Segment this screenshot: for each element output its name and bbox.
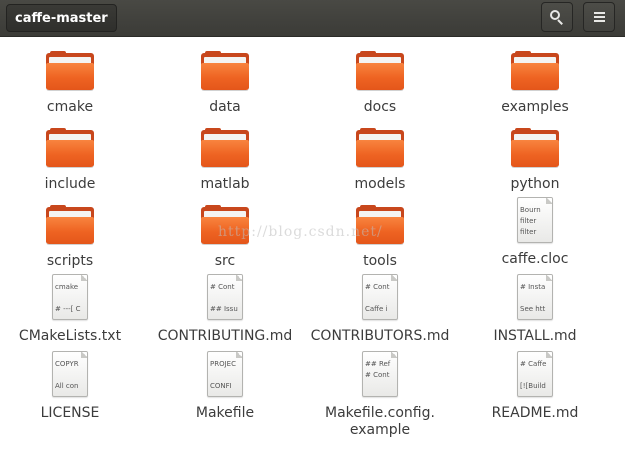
folder-item[interactable]: python: [460, 114, 610, 193]
file-preview-line: ## Ref: [365, 360, 391, 368]
file-preview-line: filter: [520, 228, 537, 236]
search-icon: [550, 10, 564, 25]
folder-icon: [511, 128, 559, 168]
text-file-icon: PROJEC CONFI: [207, 351, 243, 397]
folder-item[interactable]: models: [305, 114, 455, 193]
folder-icon: [511, 51, 559, 91]
text-file-icon: # Insta See htt: [517, 274, 553, 320]
item-label: caffe.cloc: [501, 251, 569, 267]
text-file-icon: cmake # ---[ C: [52, 274, 88, 320]
folder-item[interactable]: examples: [460, 37, 610, 116]
file-preview-line: # Cont: [365, 371, 390, 379]
search-button[interactable]: [541, 2, 573, 32]
item-label: README.md: [491, 405, 579, 421]
folder-icon: [201, 51, 249, 91]
item-label: Makefile.config. example: [325, 405, 435, 438]
text-file-icon: Bourn filter filter: [517, 197, 553, 243]
file-preview-line: See htt: [520, 305, 546, 313]
file-item[interactable]: ## Ref # Cont Makefile.config. example: [305, 345, 455, 439]
folder-icon: [356, 128, 404, 168]
file-preview-line: # Insta: [520, 283, 546, 291]
file-item[interactable]: Bourn filter filter caffe.cloc: [460, 191, 610, 268]
file-item[interactable]: PROJEC CONFI Makefile: [150, 345, 300, 422]
file-preview-line: # Caffe: [520, 360, 547, 368]
file-item[interactable]: # Cont ## Issu CONTRIBUTING.md: [150, 268, 300, 345]
folder-item[interactable]: scripts: [0, 191, 145, 270]
file-preview-line: cmake: [55, 283, 79, 291]
menu-button[interactable]: [583, 2, 615, 32]
item-label: LICENSE: [40, 405, 100, 421]
folder-icon: [201, 128, 249, 168]
folder-icon: [46, 51, 94, 91]
file-preview-line: # Cont: [365, 283, 390, 291]
file-preview-line: ## Issu: [210, 305, 238, 313]
text-file-icon: # Caffe [![Build: [517, 351, 553, 397]
file-item[interactable]: # Insta See htt INSTALL.md: [460, 268, 610, 345]
item-label: INSTALL.md: [493, 328, 577, 344]
text-file-icon: ## Ref # Cont: [362, 351, 398, 397]
folder-icon: [46, 128, 94, 168]
item-label: CONTRIBUTORS.md: [310, 328, 450, 344]
file-preview-line: Caffe i: [365, 305, 388, 313]
folder-icon: [356, 51, 404, 91]
file-item[interactable]: # Cont Caffe i CONTRIBUTORS.md: [305, 268, 455, 345]
path-label: caffe-master: [15, 10, 108, 26]
folder-icon: [46, 205, 94, 245]
item-label: Makefile: [195, 405, 255, 421]
file-preview-line: # ---[ C: [55, 305, 81, 313]
text-file-icon: # Cont ## Issu: [207, 274, 243, 320]
file-preview-line: CONFI: [210, 382, 232, 390]
file-preview-line: COPYR: [55, 360, 79, 368]
folder-item[interactable]: include: [0, 114, 145, 193]
file-preview-line: All con: [55, 382, 79, 390]
file-preview-line: PROJEC: [210, 360, 236, 368]
file-preview-line: [![Build: [520, 382, 546, 390]
path-bar-button[interactable]: caffe-master: [6, 4, 117, 32]
file-item[interactable]: # Caffe [![Build README.md: [460, 345, 610, 422]
header-bar: caffe-master: [0, 0, 625, 37]
folder-item[interactable]: docs: [305, 37, 455, 116]
hamburger-menu-icon: [593, 12, 605, 22]
file-item[interactable]: cmake # ---[ C CMakeLists.txt: [0, 268, 145, 345]
file-preview-line: filter: [520, 217, 537, 225]
file-item[interactable]: COPYR All con LICENSE: [0, 345, 145, 422]
text-file-icon: COPYR All con: [52, 351, 88, 397]
folder-item[interactable]: data: [150, 37, 300, 116]
file-preview-line: # Cont: [210, 283, 235, 291]
item-label: CONTRIBUTING.md: [157, 328, 293, 344]
text-file-icon: # Cont Caffe i: [362, 274, 398, 320]
file-preview-line: Bourn: [520, 206, 541, 214]
folder-item[interactable]: cmake: [0, 37, 145, 116]
item-label: CMakeLists.txt: [18, 328, 122, 344]
folder-item[interactable]: matlab: [150, 114, 300, 193]
watermark-text: http://blog.csdn.net/: [218, 224, 383, 240]
file-icon-grid: cmake data docs examples include matlab models…: [0, 37, 625, 452]
